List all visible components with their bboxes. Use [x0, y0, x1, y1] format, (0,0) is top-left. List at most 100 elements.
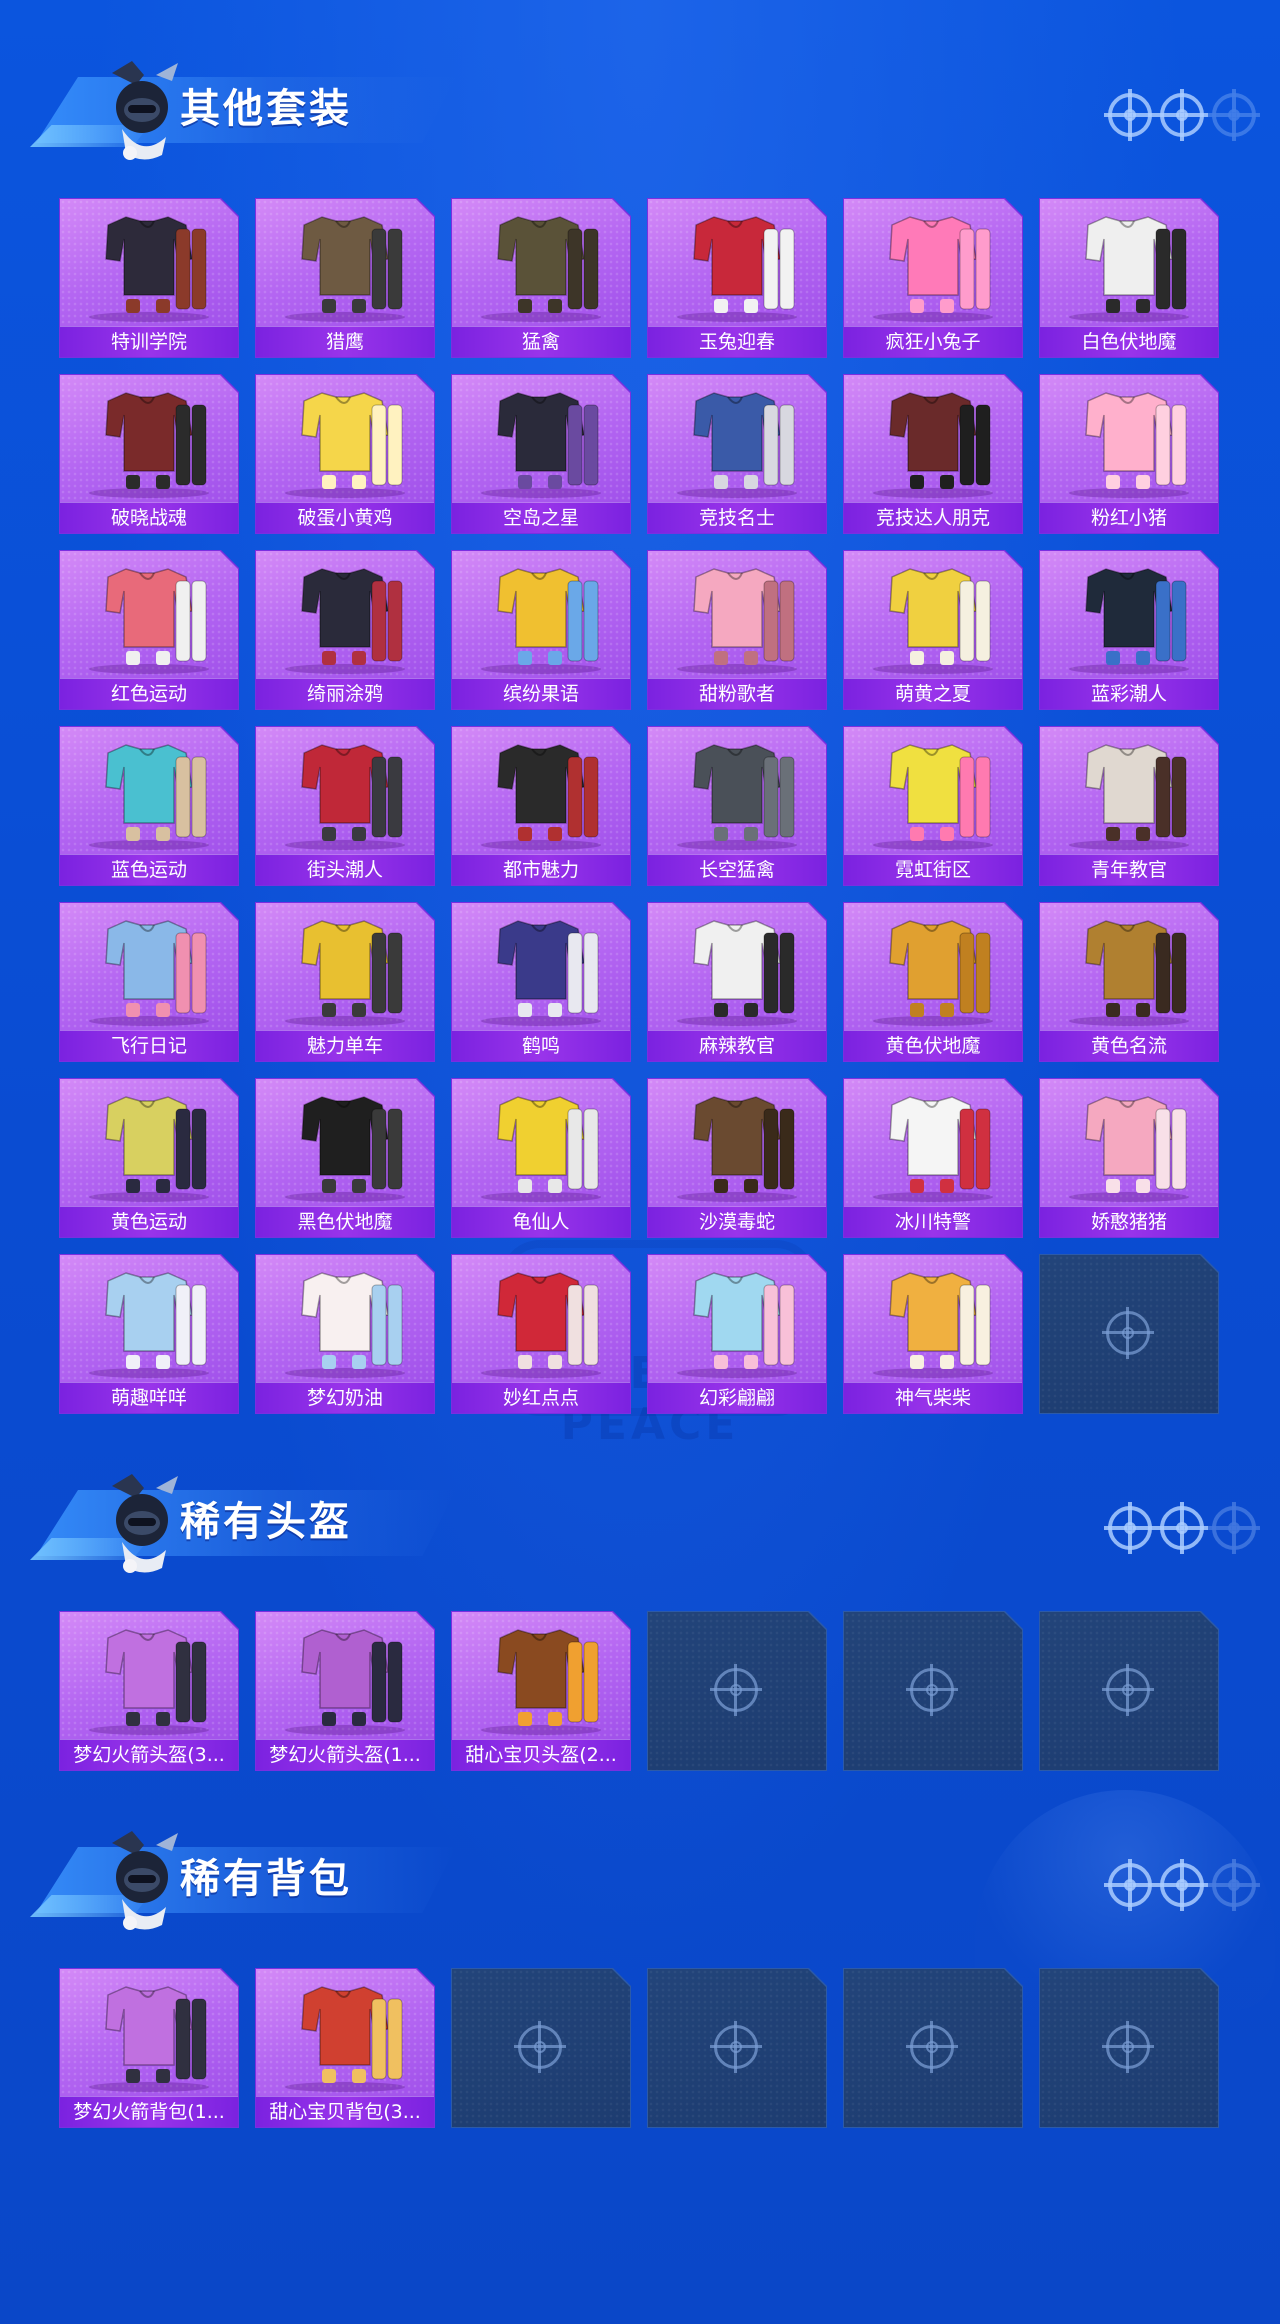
- item-image: [285, 216, 405, 322]
- item-card[interactable]: 娇憨猪猪: [1039, 1078, 1219, 1238]
- item-name: 梦幻火箭头盔(1...: [256, 1739, 434, 1770]
- empty-slot-inner: [452, 1969, 630, 2127]
- item-card[interactable]: 特训学院: [59, 198, 239, 358]
- item-image: [89, 1986, 209, 2092]
- crosshair-center: [534, 2041, 546, 2053]
- item-card-inner: 特训学院: [60, 199, 238, 357]
- item-card[interactable]: 黄色名流: [1039, 902, 1219, 1062]
- item-image: [677, 568, 797, 674]
- empty-slot-inner: [1040, 1255, 1218, 1413]
- item-card[interactable]: 神气柴柴: [843, 1254, 1023, 1414]
- crosshair-icon: [1156, 1859, 1208, 1911]
- item-card[interactable]: 街头潮人: [255, 726, 435, 886]
- item-card[interactable]: 麻辣教官: [647, 902, 827, 1062]
- item-card[interactable]: 疯狂小兔子: [843, 198, 1023, 358]
- item-card-inner: 街头潮人: [256, 727, 434, 885]
- item-image: [873, 216, 993, 322]
- item-image: [89, 1096, 209, 1202]
- item-card[interactable]: 缤纷果语: [451, 550, 631, 710]
- item-name: 甜粉歌者: [648, 678, 826, 709]
- item-name: 妙红点点: [452, 1382, 630, 1413]
- item-card[interactable]: 梦幻火箭背包(1...: [59, 1968, 239, 2128]
- item-card[interactable]: 魅力单车: [255, 902, 435, 1062]
- crosshair-center: [730, 1684, 742, 1696]
- item-card-inner: 猎鹰: [256, 199, 434, 357]
- section-reticle-icons: [1104, 1859, 1260, 1911]
- crosshair-icon: [1104, 1502, 1156, 1554]
- crosshair-icon: [1156, 1502, 1208, 1554]
- item-card[interactable]: 甜心宝贝头盔(2...: [451, 1611, 631, 1771]
- item-name: 甜心宝贝背包(3...: [256, 2096, 434, 2127]
- item-card-inner: 黄色伏地魔: [844, 903, 1022, 1061]
- item-card[interactable]: 甜粉歌者: [647, 550, 827, 710]
- item-image: [481, 568, 601, 674]
- crosshair-icon: [906, 1664, 958, 1716]
- item-card-inner: 霓虹街区: [844, 727, 1022, 885]
- item-name: 疯狂小兔子: [844, 326, 1022, 357]
- mascot-icon: [92, 1825, 184, 1935]
- item-card[interactable]: 破晓战魂: [59, 374, 239, 534]
- item-image: [677, 1272, 797, 1378]
- item-card-inner: 黄色名流: [1040, 903, 1218, 1061]
- item-card[interactable]: 青年教官: [1039, 726, 1219, 886]
- empty-slot-inner: [844, 1969, 1022, 2127]
- item-card-inner: 猛禽: [452, 199, 630, 357]
- item-card-inner: 都市魅力: [452, 727, 630, 885]
- item-image: [89, 920, 209, 1026]
- item-card[interactable]: 幻彩翩翩: [647, 1254, 827, 1414]
- item-card[interactable]: 梦幻火箭头盔(3...: [59, 1611, 239, 1771]
- item-card[interactable]: 梦幻火箭头盔(1...: [255, 1611, 435, 1771]
- item-card[interactable]: 萌黄之夏: [843, 550, 1023, 710]
- item-card[interactable]: 霓虹街区: [843, 726, 1023, 886]
- item-card[interactable]: 妙红点点: [451, 1254, 631, 1414]
- item-card[interactable]: 都市魅力: [451, 726, 631, 886]
- item-card[interactable]: 红色运动: [59, 550, 239, 710]
- item-card[interactable]: 猎鹰: [255, 198, 435, 358]
- section-header: 稀有头盔: [30, 1468, 1280, 1578]
- item-card[interactable]: 竞技名士: [647, 374, 827, 534]
- item-image: [1069, 568, 1189, 674]
- item-card-inner: 萌趣咩咩: [60, 1255, 238, 1413]
- section-title: 其他套装: [180, 86, 352, 132]
- item-card[interactable]: 沙漠毒蛇: [647, 1078, 827, 1238]
- crosshair-icon: [1104, 1859, 1156, 1911]
- item-card[interactable]: 飞行日记: [59, 902, 239, 1062]
- crosshair-center: [1176, 109, 1188, 121]
- item-name: 萌趣咩咩: [60, 1382, 238, 1413]
- item-card[interactable]: 绮丽涂鸦: [255, 550, 435, 710]
- item-card[interactable]: 空岛之星: [451, 374, 631, 534]
- item-card-inner: 黑色伏地魔: [256, 1079, 434, 1237]
- item-card[interactable]: 鹤鸣: [451, 902, 631, 1062]
- crosshair-center: [1228, 1879, 1240, 1891]
- item-card[interactable]: 长空猛禽: [647, 726, 827, 886]
- crosshair-center: [1122, 1327, 1134, 1339]
- item-image: [1069, 1096, 1189, 1202]
- item-card-inner: 甜心宝贝背包(3...: [256, 1969, 434, 2127]
- item-card[interactable]: 玉兔迎春: [647, 198, 827, 358]
- item-card-inner: 甜粉歌者: [648, 551, 826, 709]
- item-image: [873, 920, 993, 1026]
- item-card[interactable]: 龟仙人: [451, 1078, 631, 1238]
- item-card[interactable]: 粉红小猪: [1039, 374, 1219, 534]
- item-name: 长空猛禽: [648, 854, 826, 885]
- item-card[interactable]: 梦幻奶油: [255, 1254, 435, 1414]
- item-card[interactable]: 猛禽: [451, 198, 631, 358]
- item-card[interactable]: 萌趣咩咩: [59, 1254, 239, 1414]
- item-image: [1069, 392, 1189, 498]
- item-card-inner: 疯狂小兔子: [844, 199, 1022, 357]
- crosshair-icon: [710, 2021, 762, 2073]
- item-card[interactable]: 甜心宝贝背包(3...: [255, 1968, 435, 2128]
- item-card[interactable]: 蓝色运动: [59, 726, 239, 886]
- empty-item-slot: [1039, 1968, 1219, 2128]
- item-card[interactable]: 黑色伏地魔: [255, 1078, 435, 1238]
- item-card[interactable]: 白色伏地魔: [1039, 198, 1219, 358]
- item-card[interactable]: 冰川特警: [843, 1078, 1023, 1238]
- empty-item-slot: [451, 1968, 631, 2128]
- item-card[interactable]: 竞技达人朋克: [843, 374, 1023, 534]
- item-card[interactable]: 破蛋小黄鸡: [255, 374, 435, 534]
- item-card[interactable]: 黄色运动: [59, 1078, 239, 1238]
- item-card[interactable]: 黄色伏地魔: [843, 902, 1023, 1062]
- item-name: 鹤鸣: [452, 1030, 630, 1061]
- item-card[interactable]: 蓝彩潮人: [1039, 550, 1219, 710]
- item-name: 霓虹街区: [844, 854, 1022, 885]
